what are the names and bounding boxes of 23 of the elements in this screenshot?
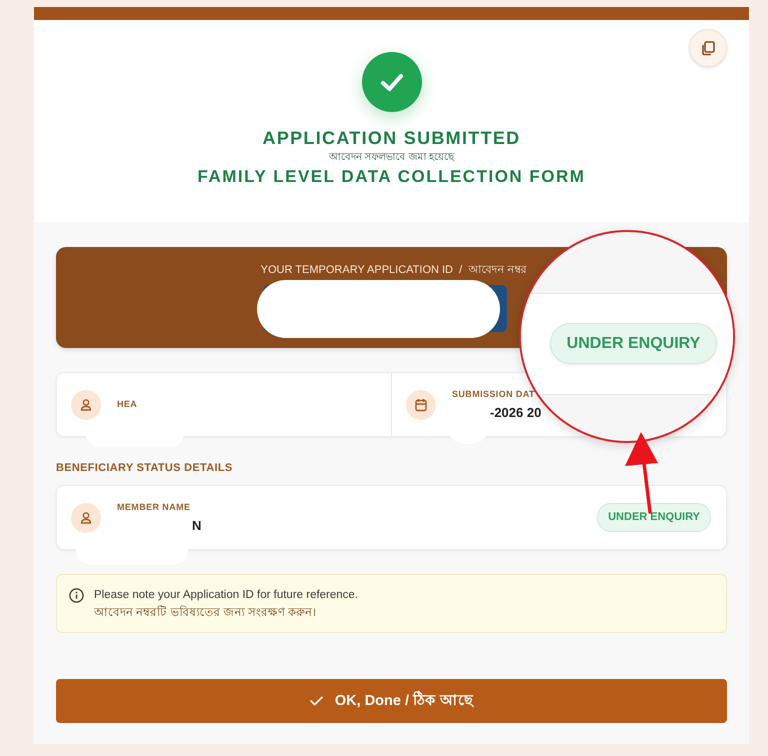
note-translation: আবেদন নম্বরটি ভবিষ্যতের জন্য সংরক্ষণ করুন। bbox=[94, 606, 317, 621]
note-text: Please note your Application ID for future reference. bbox=[94, 588, 358, 603]
check-icon bbox=[310, 696, 323, 706]
field-value: -2026 20 bbox=[490, 404, 542, 420]
person-icon bbox=[71, 502, 101, 532]
member-name: N bbox=[192, 518, 202, 534]
status-subtitle: আবেদন সফলভাবে জমা হয়েছে bbox=[328, 151, 454, 165]
ok-done-button[interactable]: OK, Done / ঠিক আছে bbox=[56, 679, 727, 723]
field-label: MEMBER NAME bbox=[117, 502, 190, 512]
application-id-label: YOUR TEMPORARY APPLICATION ID / আবেদন নম্বর bbox=[260, 263, 526, 277]
success-check-icon bbox=[362, 52, 422, 112]
copy-icon bbox=[700, 40, 716, 56]
copy-button[interactable] bbox=[689, 29, 727, 67]
field-label: HEA bbox=[117, 399, 138, 410]
person-icon bbox=[71, 390, 101, 420]
status-title: APPLICATION SUBMITTED bbox=[262, 127, 520, 149]
info-icon bbox=[69, 588, 84, 603]
form-title: FAMILY LEVEL DATA COLLECTION FORM bbox=[198, 166, 586, 188]
field-label: SUBMISSION DAT bbox=[452, 388, 535, 400]
calendar-icon bbox=[406, 390, 436, 420]
section-heading: BENEFICIARY STATUS DETAILS bbox=[56, 462, 232, 475]
status-badge: UNDER ENQUIRY bbox=[597, 503, 711, 532]
status-badge: UNDER ENQUIRY bbox=[550, 323, 717, 364]
